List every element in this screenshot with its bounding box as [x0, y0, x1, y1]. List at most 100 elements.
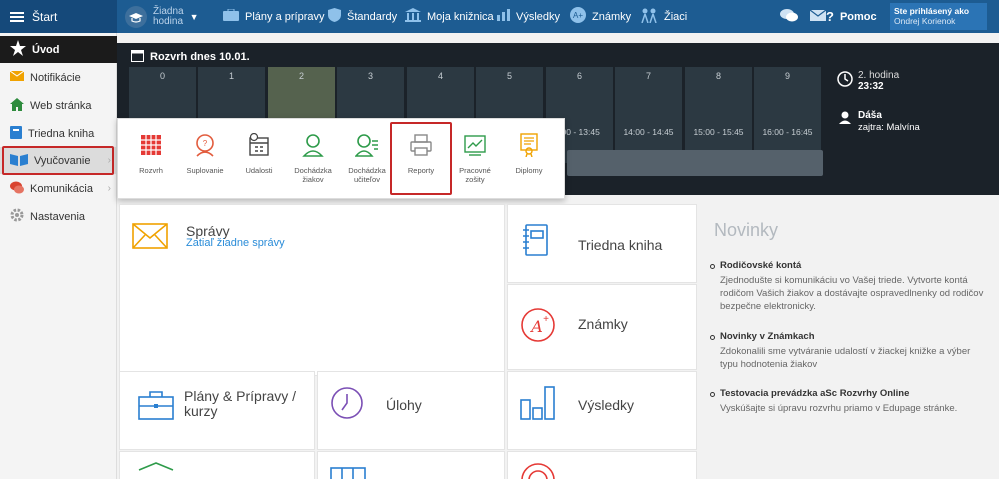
workbook-icon: [464, 135, 486, 156]
bar-chart-icon: [497, 9, 510, 24]
nav-kniznica-label: Moja knižnica: [427, 10, 494, 23]
grade-badge-icon: A+: [570, 7, 586, 26]
nav-plany[interactable]: Plány a prípravy: [223, 0, 324, 33]
sidebar-item-uvod[interactable]: Úvod: [0, 36, 117, 63]
graduation-cap-icon: [125, 5, 147, 28]
tile-partial-table[interactable]: [317, 451, 505, 479]
tile-triedna-kniha-title: Triedna kniha: [578, 237, 663, 253]
sidebar-item-triedna-kniha[interactable]: Triedna kniha: [0, 120, 117, 147]
briefcase-icon: [223, 8, 239, 24]
person-icon: [839, 111, 851, 127]
nav-vysledky-label: Výsledky: [516, 10, 561, 23]
teacher-attendance-icon: [355, 134, 378, 157]
sidebar-item-komunikacia[interactable]: Komunikácia ›: [0, 175, 117, 202]
submenu-item-diplomy[interactable]: Diplomy: [504, 119, 554, 200]
current-period-info: 2. hodina 23:32 Dáša zajtra: Malvína: [829, 67, 999, 177]
news-item-body: Zdokonalili sme vytváranie udalostí v ži…: [720, 346, 971, 370]
start-menu-button[interactable]: Štart: [0, 0, 117, 33]
vyucovanie-highlight-box: [2, 146, 114, 175]
tile-plany[interactable]: Plány & Prípravy / kurzy: [119, 371, 315, 450]
nav-znamky[interactable]: A+ Známky: [570, 0, 631, 33]
nav-kniznica[interactable]: Moja knižnica: [405, 0, 494, 33]
period-column[interactable]: 9 16:00 - 16:45: [754, 67, 822, 163]
clock-icon: [331, 387, 363, 419]
timetable-search-bar[interactable]: [567, 150, 823, 176]
submenu-item-dochadzka-ucitelov[interactable]: Dochádzka učiteľov: [342, 119, 392, 200]
briefcase-icon: [138, 391, 174, 420]
sidebar-item-nastavenia[interactable]: Nastavenia: [0, 203, 117, 230]
hamburger-menu-icon: [10, 11, 24, 23]
sidebar-item-label: Web stránka: [30, 99, 92, 112]
period-column[interactable]: 7 14:00 - 14:45: [615, 67, 683, 163]
news-item-heading: Testovacia prevádzka aSc Rozvrhy Online: [710, 388, 990, 399]
submenu-item-rozvrh[interactable]: Rozvrh: [126, 119, 176, 200]
vyucovanie-submenu-popup: Rozvrh ? Suplovanie Udalosti Dochádzka ž…: [117, 118, 565, 199]
timetable-title-text: Rozvrh dnes 10.01.: [150, 51, 250, 63]
nav-standardy-label: Štandardy: [347, 10, 398, 23]
tile-ulohy-title: Úlohy: [386, 397, 422, 413]
tile-triedna-kniha[interactable]: Triedna kniha: [507, 204, 697, 283]
help-button[interactable]: ? Pomoc: [826, 0, 877, 33]
gear-icon: [10, 208, 24, 225]
chat-icon: [10, 181, 24, 197]
current-period-label: 2. hodina: [858, 70, 900, 81]
grade-a-plus-icon: A +: [521, 308, 555, 342]
tile-spravy[interactable]: Správy Zatiaľ žiadne správy: [119, 204, 505, 376]
svg-text:A: A: [529, 317, 543, 336]
sidebar-item-label: Komunikácia: [30, 182, 93, 195]
news-item[interactable]: Novinky v Známkach Zdokonalili sme vytvá…: [710, 331, 990, 371]
substitute-icon: ?: [196, 134, 214, 157]
tile-spravy-subtitle: Zatiaľ žiadne správy: [186, 237, 285, 249]
messages-button[interactable]: [809, 0, 827, 33]
reporty-highlight-box: [390, 122, 452, 195]
envelope-icon: [9, 70, 25, 84]
submenu-item-dochadzka-ziakov[interactable]: Dochádzka žiakov: [288, 119, 338, 200]
caret-down-icon: ▼: [189, 11, 199, 22]
tile-znamky-title: Známky: [578, 316, 628, 332]
clock-icon: [837, 71, 853, 90]
envelope-icon: [132, 223, 168, 249]
news-item[interactable]: Testovacia prevádzka aSc Rozvrhy Online …: [710, 388, 990, 415]
tile-vysledky[interactable]: Výsledky: [507, 371, 697, 450]
start-label: Štart: [32, 9, 58, 24]
submenu-item-label: Suplovanie: [186, 166, 224, 175]
news-item[interactable]: Rodičovské kontá Zjednodušte si komuniká…: [710, 260, 990, 313]
sidebar-item-label: Triedna kniha: [28, 127, 95, 140]
nav-ziaci[interactable]: Žiaci: [640, 0, 687, 33]
news-item-body: Vyskúšajte si úpravu rozvrhu priamo v Ed…: [720, 403, 958, 414]
grid-icon: [141, 135, 161, 155]
calendar-clock-icon: [249, 133, 269, 156]
current-time: 23:32: [858, 81, 884, 92]
duty-info: zajtra: Malvína: [858, 122, 920, 133]
lesson-selector[interactable]: Žiadna hodina ▼: [125, 0, 199, 33]
sidebar-item-notifikacie[interactable]: Notifikácie: [0, 64, 117, 91]
table-icon: [330, 467, 366, 479]
user-name: Ondrej Korienok: [894, 16, 956, 26]
chat-button[interactable]: [780, 0, 798, 33]
user-account-box[interactable]: Ste prihlásený ako Ondrej Korienok: [890, 3, 987, 30]
nav-znamky-label: Známky: [592, 10, 632, 23]
nav-vysledky[interactable]: Výsledky: [497, 0, 560, 33]
sidebar-item-label: Nastavenia: [30, 210, 86, 223]
submenu-item-pracovne-zosity[interactable]: Pracovné zošity: [450, 119, 500, 200]
sidebar-item-label: Úvod: [32, 43, 60, 56]
top-navigation-bar: Štart Žiadna hodina ▼ Plány a prípravy Š…: [0, 0, 999, 33]
nav-ziaci-label: Žiaci: [664, 10, 688, 23]
help-label: Pomoc: [839, 10, 877, 23]
tile-ulohy[interactable]: Úlohy: [317, 371, 505, 450]
submenu-item-udalosti[interactable]: Udalosti: [234, 119, 284, 200]
duty-name: Dáša: [858, 110, 882, 121]
period-column[interactable]: 8 15:00 - 15:45: [685, 67, 753, 163]
notebook-icon: [523, 224, 548, 256]
sidebar-item-web-stranka[interactable]: Web stránka: [0, 92, 117, 119]
submenu-item-label: Diplomy: [515, 166, 543, 175]
submenu-item-suplovanie[interactable]: ? Suplovanie: [180, 119, 230, 200]
news-item-heading: Novinky v Známkach: [710, 331, 990, 342]
tile-partial-shield[interactable]: [119, 451, 315, 479]
nav-standardy[interactable]: Štandardy: [328, 0, 397, 33]
envelope-icon: [809, 9, 827, 24]
news-title: Novinky: [714, 220, 779, 240]
tile-znamky[interactable]: A + Známky: [507, 284, 697, 370]
tile-partial-target[interactable]: [507, 451, 697, 479]
app-frame: Štart Žiadna hodina ▼ Plány a prípravy Š…: [0, 0, 999, 479]
